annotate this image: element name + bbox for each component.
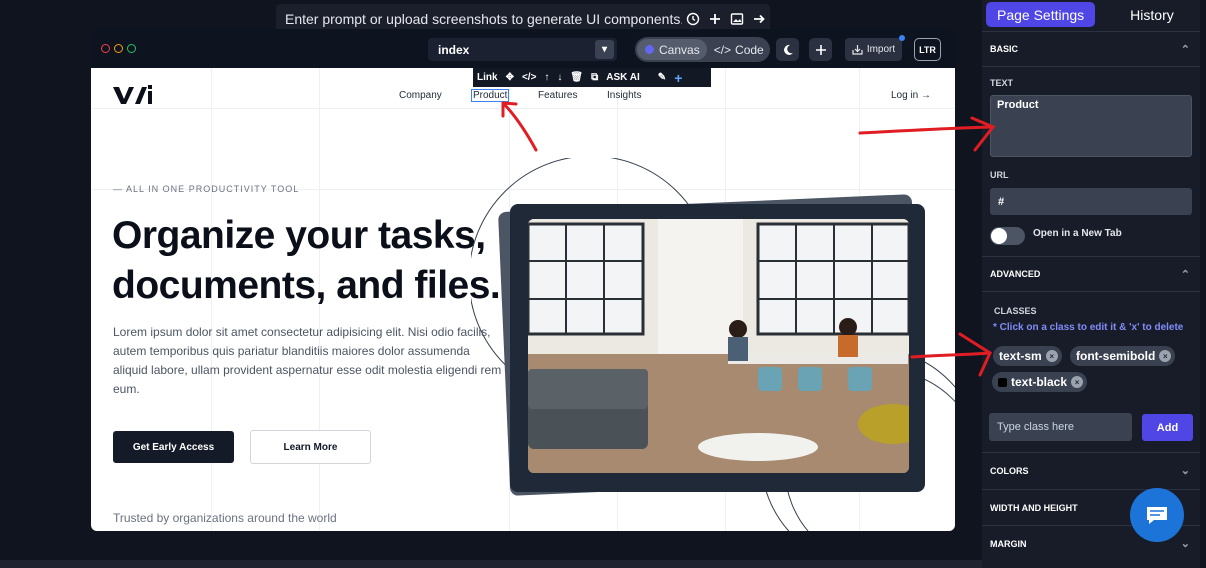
copy-icon[interactable]: ⧉ (591, 72, 598, 83)
colors-section-label: COLORS (990, 465, 1029, 476)
class-chip-label: text-black (1011, 375, 1068, 389)
office-photo[interactable] (528, 219, 909, 473)
edit-icon[interactable]: ✎ (658, 72, 666, 83)
class-chip[interactable]: text-black × (992, 372, 1088, 392)
login-link[interactable]: Log in → (891, 90, 931, 101)
page-select-value: index (438, 42, 470, 57)
basic-section-label: BASIC (990, 44, 1019, 54)
prompt-placeholder: Enter prompt or upload screenshots to ge… (285, 10, 682, 27)
add-page-button[interactable] (809, 38, 832, 61)
advanced-section-header[interactable]: ADVANCED ⌃ (982, 256, 1200, 292)
class-input[interactable]: Type class here (989, 413, 1132, 441)
remove-class-icon[interactable]: × (1159, 350, 1172, 362)
chevron-up-icon: ⌃ (1180, 268, 1190, 281)
advanced-section-label: ADVANCED (990, 269, 1041, 279)
remove-class-icon[interactable]: × (1045, 350, 1058, 362)
code-mode-label: Code (735, 42, 764, 57)
status-bar (0, 560, 982, 568)
import-label: Import (866, 44, 896, 55)
color-swatch (998, 377, 1007, 387)
learn-more-button[interactable]: Learn More (250, 430, 371, 464)
submit-arrow-icon[interactable] (748, 8, 770, 30)
plus-icon (815, 44, 826, 55)
nav-insights[interactable]: Insights (607, 90, 641, 101)
chevron-down-icon: ⌄ (1180, 538, 1190, 550)
nav-features[interactable]: Features (538, 90, 577, 101)
url-label: URL (990, 170, 1009, 180)
chevron-down-icon: ⌄ (1180, 465, 1190, 477)
maximize-dot-icon[interactable] (127, 44, 136, 53)
code-mode-button[interactable]: </> Code (707, 39, 771, 60)
colors-section-header[interactable]: COLORS ⌄ (982, 452, 1200, 488)
editor-toolbar: index ▾ Canvas </> Code Import LTR (91, 29, 955, 68)
tab-page-settings[interactable]: Page Settings (986, 2, 1096, 27)
photo-card[interactable] (510, 204, 925, 492)
canvas-icon (645, 45, 654, 54)
basic-section-header[interactable]: BASIC ⌃ (982, 31, 1200, 67)
plus-icon[interactable] (704, 8, 726, 30)
page-select[interactable]: index ▾ (428, 38, 617, 61)
class-chip[interactable]: text-sm × (993, 346, 1062, 366)
code-icon[interactable]: </> (522, 72, 536, 83)
code-icon: </> (713, 42, 732, 57)
text-field[interactable]: Product (990, 95, 1192, 157)
get-early-access-button[interactable]: Get Early Access (113, 431, 234, 463)
add-class-button[interactable]: Add (1142, 414, 1193, 441)
class-chip[interactable]: font-semibold × (1070, 346, 1176, 366)
width-height-section-label: WIDTH AND HEIGHT (990, 502, 1078, 513)
element-toolbar: Link ✥ </> ↑ ↓ 🗑 ⧉ ASK AI ✎ + (473, 68, 711, 87)
tab-history[interactable]: History (1119, 2, 1185, 27)
arrow-up-icon[interactable]: ↑ (544, 72, 549, 83)
text-label: TEXT (990, 78, 1014, 88)
classes-hint: * Click on a class to edit it & 'x' to d… (993, 322, 1184, 333)
settings-sidebar: Page Settings History BASIC ⌃ TEXT Produ… (982, 0, 1200, 568)
image-upload-icon[interactable] (726, 8, 748, 30)
view-mode-toggle: Canvas </> Code (635, 37, 770, 62)
moon-icon (783, 44, 793, 55)
add-element-icon[interactable]: + (674, 70, 682, 86)
editor-window: index ▾ Canvas </> Code Import LTR Compa… (91, 29, 955, 531)
chat-icon (1147, 507, 1167, 524)
hero-body: Lorem ipsum dolor sit amet consectetur a… (113, 325, 502, 396)
remove-class-icon[interactable]: × (1071, 376, 1084, 388)
hero-headline: Organize your tasks, documents, and file… (112, 214, 501, 307)
url-field[interactable]: # (990, 188, 1192, 215)
new-tab-toggle[interactable] (990, 227, 1025, 245)
new-tab-label: Open in a New Tab (1033, 228, 1122, 239)
move-icon[interactable]: ✥ (506, 72, 514, 83)
ask-ai-button[interactable]: ASK AI (606, 72, 640, 83)
notification-dot (899, 35, 905, 41)
trusted-text: Trusted by organizations around the worl… (113, 511, 337, 525)
canvas-mode-label: Canvas (659, 42, 700, 57)
site-logo[interactable] (113, 85, 155, 105)
trash-icon[interactable]: 🗑 (570, 72, 583, 83)
margin-section-label: MARGIN (990, 538, 1027, 549)
direction-toggle[interactable]: LTR (914, 38, 941, 61)
chat-button[interactable] (1130, 488, 1184, 542)
close-dot-icon[interactable] (101, 44, 110, 53)
chevron-up-icon: ⌃ (1180, 43, 1190, 56)
dark-mode-toggle[interactable] (776, 38, 799, 61)
import-button[interactable]: Import (845, 35, 905, 61)
sidebar-tabs: Page Settings History (982, 0, 1200, 29)
chevron-down-icon: ▾ (595, 40, 614, 59)
nav-product[interactable]: Product (470, 89, 510, 102)
design-canvas[interactable]: Company Product Features Insights Log in… (91, 68, 955, 531)
class-chip-label: font-semibold (1076, 349, 1156, 363)
classes-label: CLASSES (994, 306, 1037, 316)
minimize-dot-icon[interactable] (114, 44, 123, 53)
arrow-down-icon[interactable]: ↓ (557, 72, 562, 83)
eyebrow-text: — ALL IN ONE PRODUCTIVITY TOOL (113, 184, 300, 194)
element-type-label: Link (477, 72, 498, 83)
history-icon[interactable] (682, 8, 704, 30)
class-chip-label: text-sm (999, 349, 1042, 363)
window-controls (101, 44, 136, 53)
canvas-mode-button[interactable]: Canvas (637, 39, 707, 60)
download-icon (852, 45, 863, 55)
nav-company[interactable]: Company (399, 90, 442, 101)
